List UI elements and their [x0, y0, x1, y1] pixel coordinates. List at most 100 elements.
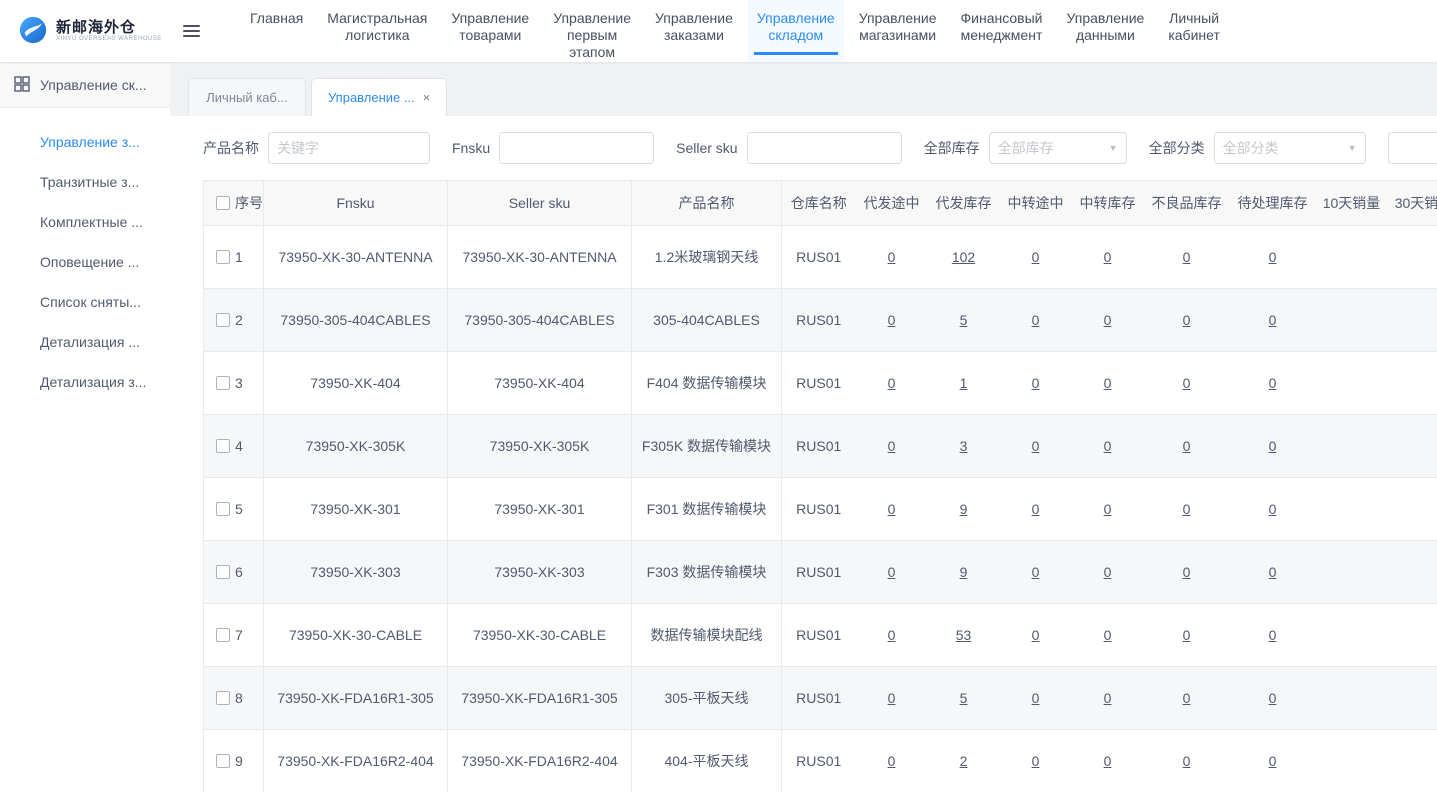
tab-close-icon[interactable]: ×	[423, 91, 431, 104]
stock-value-link[interactable]: 0	[1032, 690, 1040, 706]
chevron-down-icon: ▼	[1348, 143, 1357, 153]
sidebar-item[interactable]: Детализация з...	[0, 362, 170, 402]
stock-value-link[interactable]: 0	[1183, 312, 1191, 328]
top-nav-item[interactable]: Управление товарами	[442, 0, 538, 62]
top-nav-item[interactable]: Управление магазинами	[850, 0, 946, 62]
stock-value-link[interactable]: 3	[960, 438, 968, 454]
top-nav-item[interactable]: Управление заказами	[646, 0, 742, 62]
stock-value-link[interactable]: 0	[1032, 753, 1040, 769]
column-header: 代发库存	[928, 181, 1000, 226]
sidebar-item[interactable]: Комплектные ...	[0, 202, 170, 242]
stock-value-link[interactable]: 0	[1032, 564, 1040, 580]
stock-value-link[interactable]: 5	[960, 312, 968, 328]
stock-value-link[interactable]: 0	[1104, 438, 1112, 454]
row-checkbox[interactable]	[216, 250, 230, 264]
stock-value-link[interactable]: 0	[888, 438, 896, 454]
top-nav-item-label: Магистральная логистика	[327, 10, 427, 43]
stock-value-link[interactable]: 9	[960, 564, 968, 580]
sidebar-item[interactable]: Оповещение ...	[0, 242, 170, 282]
sidebar-item[interactable]: Список сняты...	[0, 282, 170, 322]
stock-value-link[interactable]: 0	[1269, 690, 1277, 706]
stock-value-link[interactable]: 0	[1269, 627, 1277, 643]
row-checkbox[interactable]	[216, 313, 230, 327]
stock-value-link[interactable]: 0	[1183, 501, 1191, 517]
filter-input[interactable]	[747, 132, 902, 164]
stock-value-link[interactable]: 0	[1104, 501, 1112, 517]
row-checkbox[interactable]	[216, 754, 230, 768]
filter-input[interactable]	[1388, 132, 1437, 164]
sidebar-toggle-button[interactable]	[170, 0, 212, 62]
row-checkbox[interactable]	[216, 376, 230, 390]
top-nav-item[interactable]: Магистральная логистика	[318, 0, 436, 62]
tab[interactable]: Управление ... ×	[311, 78, 447, 116]
stock-value-link[interactable]: 0	[1269, 564, 1277, 580]
stock-value-link[interactable]: 0	[1104, 375, 1112, 391]
filter-select[interactable]: 全部分类 ▼	[1214, 132, 1366, 164]
stock-value-link[interactable]: 0	[1032, 501, 1040, 517]
sidebar-item[interactable]: Управление з...	[0, 122, 170, 162]
row-checkbox[interactable]	[216, 502, 230, 516]
stock-value-link[interactable]: 9	[960, 501, 968, 517]
stock-value-link[interactable]: 0	[1104, 312, 1112, 328]
stock-value-link[interactable]: 0	[1269, 312, 1277, 328]
stock-value-link[interactable]: 0	[888, 375, 896, 391]
top-nav-item[interactable]: Финансовый менеджмент	[952, 0, 1052, 62]
stock-value-link[interactable]: 1	[960, 375, 968, 391]
stock-value-link[interactable]: 0	[1104, 627, 1112, 643]
stock-value-link[interactable]: 0	[888, 564, 896, 580]
stock-value-link[interactable]: 0	[1104, 690, 1112, 706]
stock-value-link[interactable]: 0	[888, 312, 896, 328]
stock-value-link[interactable]: 0	[1104, 564, 1112, 580]
top-nav-item[interactable]: Управление первым этапом	[544, 0, 640, 62]
row-checkbox[interactable]	[216, 628, 230, 642]
stock-value-link[interactable]: 0	[1032, 627, 1040, 643]
sidebar-item-label: Оповещение ...	[40, 254, 139, 270]
stock-cell	[1316, 352, 1388, 415]
stock-value-link[interactable]: 2	[960, 753, 968, 769]
stock-value-link[interactable]: 0	[1183, 753, 1191, 769]
select-all-checkbox[interactable]	[216, 196, 230, 210]
row-checkbox[interactable]	[216, 439, 230, 453]
stock-value-link[interactable]: 53	[956, 627, 972, 643]
tab[interactable]: Личный каб...	[188, 78, 306, 116]
stock-value-link[interactable]: 0	[888, 627, 896, 643]
stock-value-link[interactable]: 102	[952, 249, 975, 265]
stock-cell: 0	[1072, 604, 1144, 667]
stock-value-link[interactable]: 0	[1104, 753, 1112, 769]
top-nav-item[interactable]: Управление данными	[1058, 0, 1154, 62]
top-nav-item[interactable]: Управление складом	[748, 0, 844, 62]
row-index: 9	[235, 753, 243, 769]
stock-value-link[interactable]: 0	[1183, 375, 1191, 391]
filter-input[interactable]	[268, 132, 430, 164]
stock-value-link[interactable]: 0	[888, 753, 896, 769]
stock-value-link[interactable]: 0	[1183, 438, 1191, 454]
stock-value-link[interactable]: 0	[1269, 249, 1277, 265]
stock-value-link[interactable]: 0	[888, 249, 896, 265]
warehouse-cell: RUS01	[782, 478, 856, 541]
stock-value-link[interactable]: 0	[1269, 375, 1277, 391]
stock-value-link[interactable]: 0	[1183, 249, 1191, 265]
stock-value-link[interactable]: 0	[1032, 312, 1040, 328]
top-nav-item[interactable]: Личный кабинет	[1159, 0, 1229, 62]
filter-select[interactable]: 全部库存 ▼	[989, 132, 1127, 164]
stock-value-link[interactable]: 0	[1183, 564, 1191, 580]
sidebar-header[interactable]: Управление ск...	[0, 62, 170, 108]
row-checkbox[interactable]	[216, 691, 230, 705]
stock-value-link[interactable]: 0	[1032, 375, 1040, 391]
sidebar-item[interactable]: Детализация ...	[0, 322, 170, 362]
stock-value-link[interactable]: 0	[1269, 438, 1277, 454]
stock-value-link[interactable]: 0	[1183, 690, 1191, 706]
stock-value-link[interactable]: 0	[1032, 249, 1040, 265]
stock-value-link[interactable]: 5	[960, 690, 968, 706]
sidebar-item[interactable]: Транзитные з...	[0, 162, 170, 202]
filter-input[interactable]	[499, 132, 654, 164]
stock-value-link[interactable]: 0	[1183, 627, 1191, 643]
stock-value-link[interactable]: 0	[1104, 249, 1112, 265]
stock-value-link[interactable]: 0	[888, 690, 896, 706]
stock-value-link[interactable]: 0	[1032, 438, 1040, 454]
stock-value-link[interactable]: 0	[888, 501, 896, 517]
stock-value-link[interactable]: 0	[1269, 753, 1277, 769]
stock-value-link[interactable]: 0	[1269, 501, 1277, 517]
row-checkbox[interactable]	[216, 565, 230, 579]
top-nav-item[interactable]: Главная	[241, 0, 312, 62]
